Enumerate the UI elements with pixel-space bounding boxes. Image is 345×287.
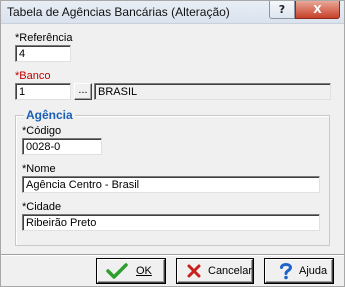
referencia-input[interactable]: 4 xyxy=(15,45,71,62)
title-bar[interactable]: Tabela de Agências Bancárias (Alteração)… xyxy=(1,1,344,24)
title-close-button[interactable]: X xyxy=(295,1,340,19)
banco-label: *Banco xyxy=(15,70,51,82)
ok-button[interactable]: OK xyxy=(97,259,165,283)
cancel-button[interactable]: Cancelar xyxy=(177,259,253,283)
cidade-label: *Cidade xyxy=(22,201,62,213)
ok-button-label: OK xyxy=(136,265,152,277)
bottom-separator xyxy=(1,254,344,256)
codigo-label: *Código xyxy=(22,125,62,137)
nome-label: *Nome xyxy=(22,163,56,175)
cancel-button-label: Cancelar xyxy=(208,265,253,277)
window-title: Tabela de Agências Bancárias (Alteração) xyxy=(7,5,230,19)
dialog-window: Tabela de Agências Bancárias (Alteração)… xyxy=(0,0,345,287)
banco-lookup-button[interactable]: ... xyxy=(74,83,92,100)
referencia-label: *Referência xyxy=(15,32,73,44)
banco-name-field: BRASIL xyxy=(94,83,331,100)
checkmark-icon xyxy=(106,263,128,279)
close-icon: X xyxy=(313,3,322,16)
codigo-input[interactable]: 0028-0 xyxy=(22,138,102,155)
help-button[interactable]: Ajuda xyxy=(265,259,333,283)
question-icon xyxy=(280,263,293,280)
nome-input[interactable]: Agência Centro - Brasil xyxy=(22,176,320,193)
help-icon: ? xyxy=(278,3,286,16)
help-button-label: Ajuda xyxy=(299,265,328,277)
banco-code-input[interactable]: 1 xyxy=(15,83,71,100)
x-icon xyxy=(187,264,201,278)
title-help-button[interactable]: ? xyxy=(269,1,295,19)
cidade-input[interactable]: Ribeirão Preto xyxy=(22,214,320,231)
agencia-group-legend: Agência xyxy=(24,108,75,122)
